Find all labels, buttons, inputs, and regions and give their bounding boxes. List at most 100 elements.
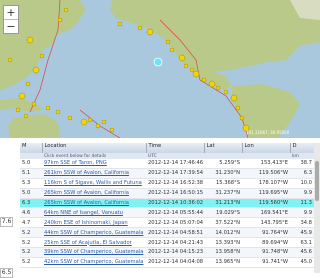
row-lat: 31.237°N bbox=[204, 188, 242, 199]
row-location[interactable]: 261km SSW of Avalon, California bbox=[42, 168, 146, 179]
table-scrollbar[interactable] bbox=[314, 143, 320, 273]
quake-marker[interactable] bbox=[101, 119, 107, 125]
quake-marker[interactable] bbox=[67, 115, 73, 121]
quake-marker[interactable] bbox=[192, 70, 200, 78]
table-row[interactable]: 5.0 265km SSW of Avalon, California 2012-1… bbox=[20, 188, 314, 199]
quake-marker[interactable] bbox=[169, 47, 175, 53]
row-location[interactable]: 240km ESE of Ishinomaki, Japan bbox=[42, 217, 146, 229]
table-row[interactable]: 5.2 42km SSW of Champerico, Guatemala 2012… bbox=[20, 257, 314, 268]
row-depth: 9.9 bbox=[290, 188, 314, 199]
table-row[interactable]: 5.3 116km S of Sigave, Wallis and Futuna 2… bbox=[20, 178, 314, 189]
table-row[interactable]: 5.2 44km SSW of Champerico, Guatemala 2012… bbox=[20, 227, 314, 239]
row-depth: 6.3 bbox=[290, 168, 314, 179]
quake-marker[interactable] bbox=[189, 67, 195, 73]
row-location[interactable]: 25km SSE of Acajutla, El Salvador bbox=[42, 237, 146, 249]
quake-marker[interactable] bbox=[178, 54, 186, 62]
table-row[interactable]: 5.2 25km SSE of Acajutla, El Salvador 2012… bbox=[20, 237, 314, 249]
quake-marker[interactable] bbox=[18, 92, 26, 100]
quake-marker[interactable] bbox=[15, 107, 21, 113]
row-location[interactable]: 64km NNE of Isangel, Vanuatu bbox=[42, 207, 146, 219]
row-location[interactable]: 265km SSW of Avalon, California bbox=[42, 188, 146, 199]
quake-marker[interactable] bbox=[45, 105, 51, 111]
quake-marker[interactable] bbox=[57, 17, 63, 23]
row-time: 2012-12-14 17:39:54 bbox=[146, 168, 204, 179]
quake-marker[interactable] bbox=[146, 28, 154, 36]
row-lon: 91.741°W bbox=[242, 257, 290, 268]
quake-marker[interactable] bbox=[208, 80, 216, 88]
table-row[interactable]: 6.3 265km SSW of Avalon, California 2012-1… bbox=[20, 198, 314, 209]
row-time: 2012-12-14 16:50:15 bbox=[146, 188, 204, 199]
row-depth: 10.0 bbox=[290, 178, 314, 189]
selected-quake-marker[interactable] bbox=[153, 57, 163, 67]
map-canvas[interactable]: 141.11667, 30.95000 bbox=[0, 0, 320, 138]
row-magnitude: 5.2 bbox=[20, 237, 42, 249]
table-row[interactable]: 5.2 39km SSW of Champerico, Guatemala 2012… bbox=[20, 247, 314, 258]
row-lat: 19.029°S bbox=[204, 207, 242, 219]
quake-marker[interactable] bbox=[165, 39, 171, 45]
row-lat: 13.965°N bbox=[204, 257, 242, 268]
row-time: 2012-12-14 04:58:51 bbox=[146, 227, 204, 239]
row-location[interactable]: 42km SSW of Champerico, Guatemala bbox=[42, 257, 146, 268]
quake-marker[interactable] bbox=[235, 105, 241, 111]
quake-marker[interactable] bbox=[117, 21, 123, 27]
quake-marker[interactable] bbox=[215, 85, 221, 91]
table-header-row: M Location Time Lat Lon D bbox=[20, 143, 315, 153]
row-depth: 9.9 bbox=[290, 207, 314, 219]
row-lat: 15.368°S bbox=[204, 178, 242, 189]
row-location[interactable]: 265km SSW of Avalon, California bbox=[42, 198, 146, 209]
quake-marker[interactable] bbox=[223, 89, 229, 95]
row-lon: 143.795°E bbox=[242, 217, 290, 229]
row-location[interactable]: 97km SSE of Taron, PNG bbox=[42, 159, 146, 169]
table-row[interactable]: 5.1 261km SSW of Avalon, California 2012-1… bbox=[20, 168, 314, 179]
scrollbar-thumb[interactable] bbox=[315, 161, 319, 201]
quake-marker[interactable] bbox=[80, 118, 88, 126]
quake-marker[interactable] bbox=[32, 66, 40, 74]
row-lon: 169.541°E bbox=[242, 207, 290, 219]
quake-marker[interactable] bbox=[137, 25, 143, 31]
quake-marker[interactable] bbox=[55, 109, 61, 115]
table-row[interactable]: 5.0 97km SSE of Taron, PNG 2012-12-14 17:4… bbox=[20, 159, 314, 169]
zoom-in-button[interactable]: + bbox=[4, 6, 18, 20]
col-time[interactable]: Time bbox=[146, 143, 205, 153]
side-value-2[interactable]: 6.5 bbox=[0, 268, 13, 278]
quake-marker[interactable] bbox=[7, 57, 13, 63]
row-location[interactable]: 116km S of Sigave, Wallis and Futuna bbox=[42, 178, 146, 189]
table-row[interactable]: 4.7 240km ESE of Ishinomaki, Japan 2012-12… bbox=[20, 217, 314, 229]
quake-marker[interactable] bbox=[87, 117, 93, 123]
col-magnitude[interactable]: M bbox=[20, 143, 43, 153]
quake-marker[interactable] bbox=[63, 7, 69, 13]
row-lon: 153.413°E bbox=[242, 159, 290, 169]
row-depth: 38.7 bbox=[290, 159, 314, 169]
quake-marker[interactable] bbox=[25, 81, 31, 87]
side-value-1[interactable]: 7.6 bbox=[0, 217, 13, 227]
row-location[interactable]: 39km SSW of Champerico, Guatemala bbox=[42, 247, 146, 258]
row-depth: 11.3 bbox=[290, 198, 314, 209]
earthquake-table: M Location Time Lat Lon D Click event be… bbox=[20, 143, 315, 268]
row-lon: 89.694°W bbox=[242, 237, 290, 249]
row-depth: 63.1 bbox=[290, 237, 314, 249]
col-location[interactable]: Location bbox=[42, 143, 147, 153]
earthquake-map[interactable]: 141.11667, 30.95000 + − bbox=[0, 0, 320, 138]
row-time: 2012-12-14 17:46:46 bbox=[146, 159, 204, 169]
col-depth[interactable]: D bbox=[290, 143, 315, 153]
row-magnitude: 5.1 bbox=[20, 168, 42, 179]
quake-marker[interactable] bbox=[31, 101, 37, 107]
row-location[interactable]: 44km SSW of Champerico, Guatemala bbox=[42, 227, 146, 239]
row-depth: 34.8 bbox=[290, 217, 314, 229]
quake-marker[interactable] bbox=[109, 127, 115, 133]
quake-marker[interactable] bbox=[183, 63, 189, 69]
quake-marker[interactable] bbox=[239, 115, 245, 121]
zoom-control[interactable]: + − bbox=[3, 5, 19, 34]
col-lon[interactable]: Lon bbox=[242, 143, 291, 153]
quake-marker[interactable] bbox=[201, 77, 207, 83]
quake-marker[interactable] bbox=[39, 53, 45, 59]
table-row[interactable]: 4.6 64km NNE of Isangel, Vanuatu 2012-12-1… bbox=[20, 207, 314, 219]
quake-marker[interactable] bbox=[26, 36, 34, 44]
quake-marker[interactable] bbox=[95, 123, 101, 129]
col-lat[interactable]: Lat bbox=[204, 143, 243, 153]
row-time: 2012-12-14 04:21:43 bbox=[146, 237, 204, 249]
row-lat: 5.259°S bbox=[204, 159, 242, 169]
zoom-out-button[interactable]: − bbox=[4, 20, 18, 33]
quake-marker[interactable] bbox=[230, 94, 238, 102]
quake-marker[interactable] bbox=[23, 113, 29, 119]
